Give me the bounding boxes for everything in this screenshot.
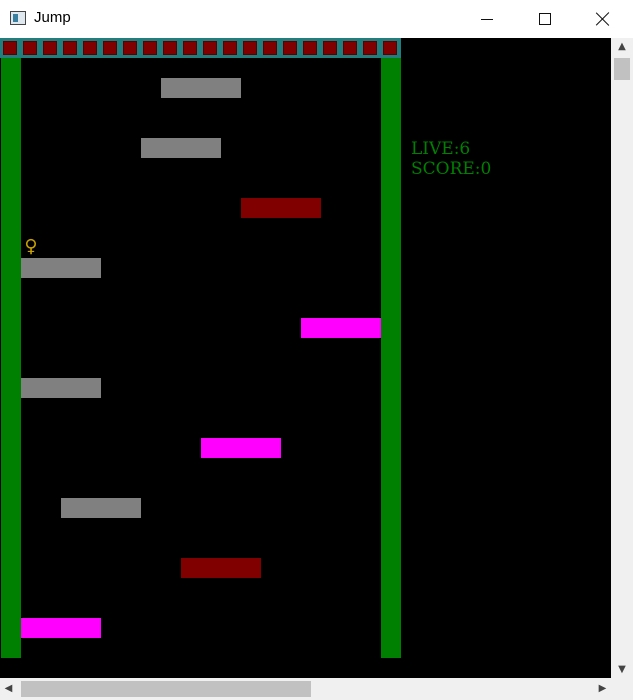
horizontal-scroll-thumb[interactable] <box>21 681 311 697</box>
close-button[interactable] <box>574 0 632 38</box>
spike-ceiling <box>0 38 401 58</box>
close-icon <box>596 12 610 26</box>
spike <box>183 41 197 55</box>
spike <box>143 41 157 55</box>
spike <box>223 41 237 55</box>
platform-normal <box>21 378 101 398</box>
platform-fragile <box>181 558 261 578</box>
scroll-down-arrow-icon[interactable]: ▼ <box>611 661 633 678</box>
score-counter: SCORE:0 <box>411 159 492 179</box>
player-character: ♀ <box>24 236 38 257</box>
lives-counter: LIVE:6 <box>411 139 471 159</box>
spike <box>43 41 57 55</box>
scroll-right-arrow-icon[interactable]: ▶ <box>594 678 611 700</box>
platform-normal <box>21 258 101 278</box>
minimize-icon <box>481 19 493 20</box>
game-console[interactable]: ♀ LIVE:6 SCORE:0 <box>0 38 611 678</box>
console-app-icon <box>10 11 26 25</box>
spike <box>23 41 37 55</box>
spike <box>63 41 77 55</box>
maximize-icon <box>539 13 551 25</box>
maximize-button[interactable] <box>516 0 574 38</box>
vertical-scrollbar[interactable]: ▲ ▼ <box>611 38 633 678</box>
spike <box>203 41 217 55</box>
platform-normal <box>141 138 221 158</box>
spike <box>123 41 137 55</box>
spike <box>303 41 317 55</box>
platform-bounce <box>301 318 381 338</box>
spike <box>323 41 337 55</box>
platform-normal <box>61 498 141 518</box>
right-wall <box>381 58 401 658</box>
vertical-scroll-thumb[interactable] <box>614 58 630 80</box>
scroll-up-arrow-icon[interactable]: ▲ <box>611 38 633 55</box>
spike <box>83 41 97 55</box>
platform-bounce <box>21 618 101 638</box>
spike <box>283 41 297 55</box>
spike <box>383 41 397 55</box>
horizontal-scrollbar[interactable]: ◀ ▶ <box>0 678 611 700</box>
left-wall <box>1 58 21 658</box>
spike <box>263 41 277 55</box>
spike <box>343 41 357 55</box>
minimize-button[interactable] <box>458 0 516 38</box>
window-title: Jump <box>34 9 71 26</box>
platform-bounce <box>201 438 281 458</box>
spike <box>243 41 257 55</box>
scroll-left-arrow-icon[interactable]: ◀ <box>0 678 17 700</box>
spike <box>163 41 177 55</box>
spike <box>363 41 377 55</box>
platform-fragile <box>241 198 321 218</box>
scrollbar-corner <box>611 678 633 700</box>
platform-normal <box>161 78 241 98</box>
spike <box>103 41 117 55</box>
spike <box>3 41 17 55</box>
title-bar[interactable]: Jump <box>0 0 633 38</box>
